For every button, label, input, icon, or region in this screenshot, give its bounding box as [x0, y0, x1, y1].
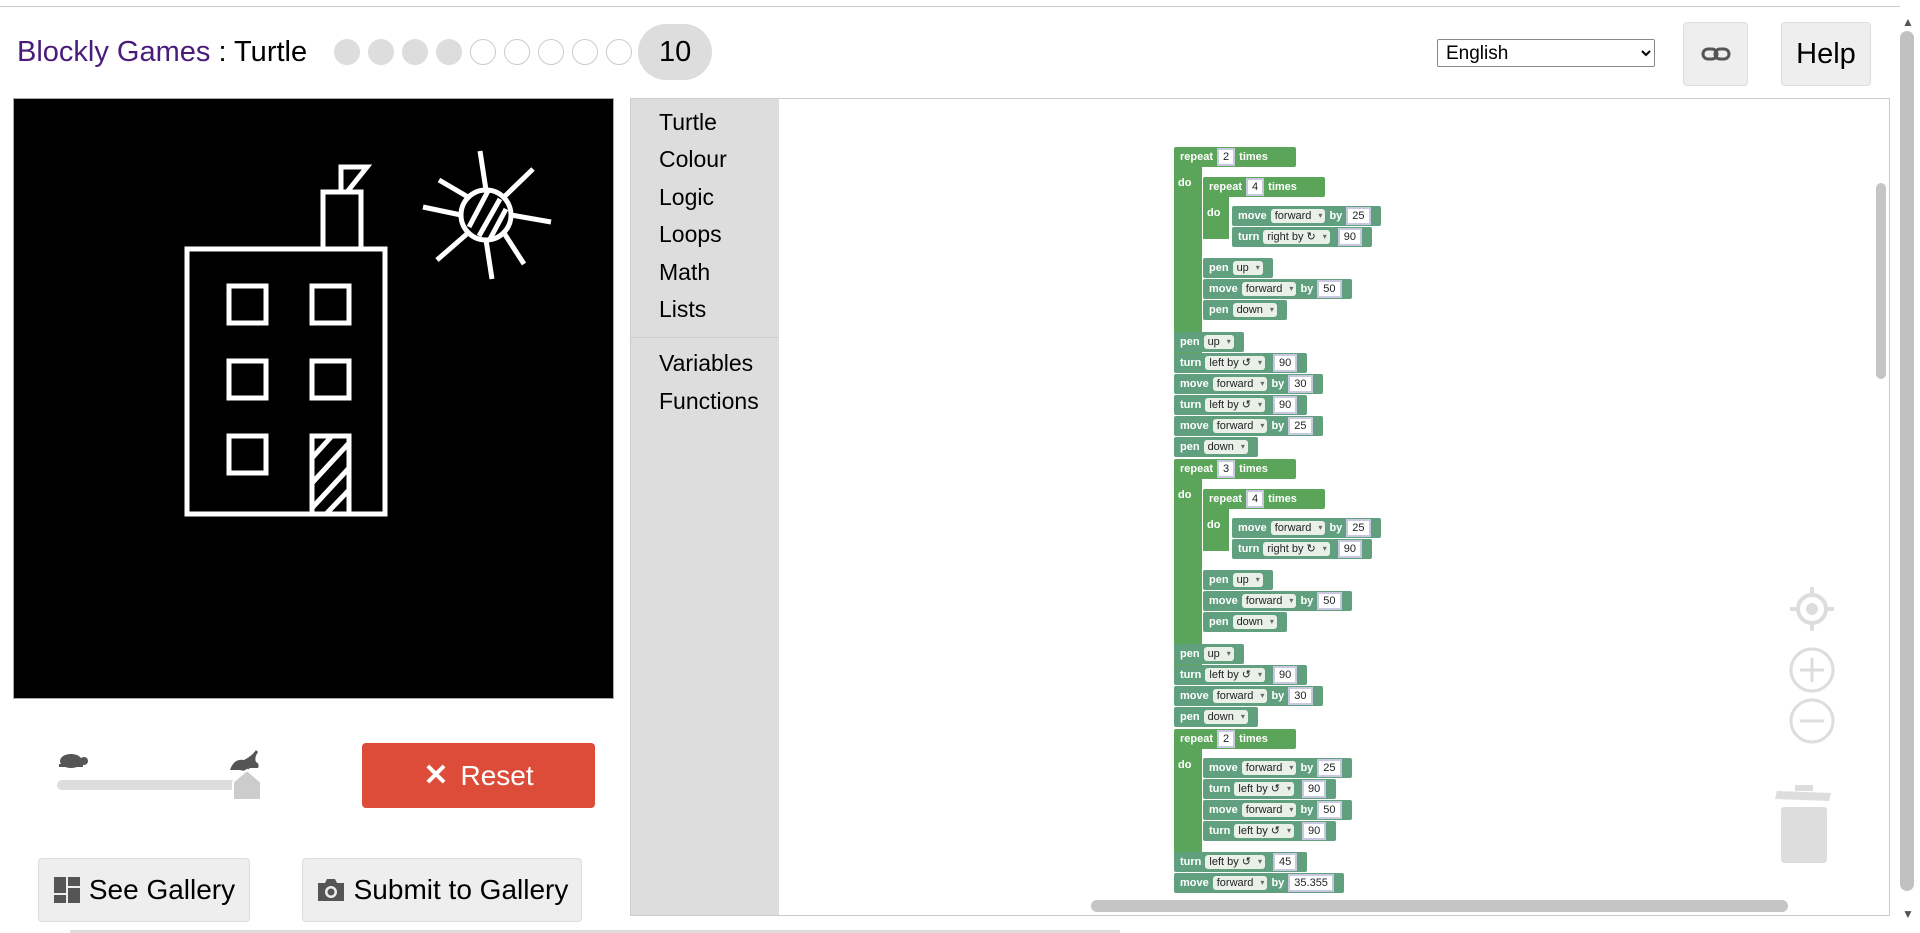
- level-dot-4[interactable]: [436, 39, 463, 65]
- pen-block[interactable]: pen down: [1174, 437, 1258, 457]
- page-scrollbar-thumb[interactable]: [1900, 31, 1914, 891]
- trash-icon[interactable]: [1771, 779, 1837, 865]
- zoom-in-icon[interactable]: [1788, 646, 1836, 694]
- pen-block[interactable]: pen up: [1203, 258, 1273, 278]
- reset-button[interactable]: ✕ Reset: [362, 743, 595, 808]
- pen-block[interactable]: pen up: [1174, 332, 1244, 352]
- game-name: Turtle: [234, 35, 308, 68]
- turtle-slow-icon: [59, 754, 88, 768]
- do-label: do: [1174, 755, 1202, 775]
- app-name-link[interactable]: Blockly Games: [17, 36, 210, 68]
- pen-block[interactable]: pen up: [1203, 570, 1273, 590]
- speed-slider-track[interactable]: [57, 780, 259, 790]
- turtle-drawing: [184, 150, 552, 517]
- repeat-block[interactable]: repeat 2 times: [1174, 147, 1296, 167]
- level-dot-current[interactable]: 10: [638, 24, 713, 80]
- see-gallery-button[interactable]: See Gallery: [38, 858, 250, 922]
- zoom-out-icon[interactable]: [1788, 697, 1836, 745]
- repeat-block[interactable]: repeat 2 times: [1174, 729, 1296, 749]
- toolbox: Turtle Colour Logic Loops Math Lists Var…: [631, 99, 779, 915]
- top-border: [0, 6, 1900, 7]
- do-label: do: [1174, 173, 1202, 193]
- speed-slider-handle[interactable]: [231, 768, 263, 802]
- language-select[interactable]: English: [1437, 39, 1655, 67]
- turn-block[interactable]: turnleft by ↺90: [1174, 665, 1308, 685]
- turn-block[interactable]: turnright by ↻90: [1232, 539, 1372, 559]
- level-dot-9[interactable]: [606, 39, 633, 65]
- workspace-horizontal-scrollbar[interactable]: [1091, 900, 1788, 912]
- level-dot-3[interactable]: [402, 39, 429, 65]
- repeat-block[interactable]: repeat 4 times: [1203, 489, 1325, 509]
- turn-block[interactable]: turnleft by ↺90: [1203, 821, 1337, 841]
- loop-body: [1174, 733, 1202, 863]
- recenter-icon[interactable]: [1788, 585, 1836, 633]
- repeat-block[interactable]: repeat 4 times: [1203, 177, 1325, 197]
- do-label: do: [1203, 515, 1229, 535]
- move-block[interactable]: moveforwardby25: [1232, 518, 1381, 538]
- level-dot-5[interactable]: [470, 39, 497, 65]
- camera-icon: [317, 879, 344, 901]
- submit-gallery-label: Submit to Gallery: [353, 874, 569, 905]
- toolbox-turtle[interactable]: Turtle: [659, 109, 717, 136]
- toolbox-functions[interactable]: Functions: [659, 388, 759, 415]
- close-icon: ✕: [423, 759, 449, 792]
- submit-gallery-button[interactable]: Submit to Gallery: [302, 858, 582, 922]
- turn-block[interactable]: turnleft by ↺90: [1203, 779, 1337, 799]
- move-block[interactable]: moveforwardby30: [1174, 374, 1323, 394]
- do-label: do: [1203, 203, 1229, 223]
- turn-block[interactable]: turnleft by ↺90: [1174, 395, 1308, 415]
- pen-block[interactable]: pen up: [1174, 644, 1244, 664]
- pen-block[interactable]: pen down: [1174, 707, 1258, 727]
- level-dot-2[interactable]: [368, 39, 395, 65]
- blockly-workspace[interactable]: Turtle Colour Logic Loops Math Lists Var…: [630, 98, 1890, 916]
- move-block[interactable]: moveforwardby30: [1174, 686, 1323, 706]
- level-dot-6[interactable]: [504, 39, 531, 65]
- page-scrollbar[interactable]: ▲ ▼: [1897, 15, 1917, 933]
- repeat-block[interactable]: repeat 3 times: [1174, 459, 1296, 479]
- scroll-down-arrow-icon[interactable]: ▼: [1902, 907, 1914, 921]
- move-block[interactable]: moveforwardby50: [1203, 279, 1352, 299]
- turn-block[interactable]: turnleft by ↺90: [1174, 353, 1308, 373]
- level-dot-8[interactable]: [572, 39, 599, 65]
- scroll-up-arrow-icon[interactable]: ▲: [1902, 15, 1914, 29]
- toolbox-loops[interactable]: Loops: [659, 221, 722, 248]
- turtle-canvas: [13, 98, 614, 699]
- page-title: Blockly Games : Turtle: [17, 36, 307, 69]
- toolbox-math[interactable]: Math: [659, 259, 710, 286]
- turn-block[interactable]: turnleft by ↺45: [1174, 852, 1308, 872]
- move-block[interactable]: moveforwardby25: [1232, 206, 1381, 226]
- level-dots: 10: [334, 24, 720, 80]
- workspace-vertical-scrollbar[interactable]: [1876, 183, 1886, 379]
- help-button[interactable]: Help: [1781, 22, 1871, 86]
- toolbox-lists[interactable]: Lists: [659, 296, 706, 323]
- see-gallery-label: See Gallery: [88, 874, 236, 905]
- move-block[interactable]: moveforwardby25: [1174, 416, 1323, 436]
- reset-label: Reset: [460, 759, 534, 791]
- gallery-icon: [53, 877, 80, 903]
- level-dot-1[interactable]: [334, 39, 361, 65]
- toolbox-colour[interactable]: Colour: [659, 146, 727, 173]
- toolbox-variables[interactable]: Variables: [659, 350, 753, 377]
- turn-block[interactable]: turnright by ↻90: [1232, 227, 1372, 247]
- do-label: do: [1174, 485, 1202, 505]
- level-dot-7[interactable]: [538, 39, 565, 65]
- move-block[interactable]: moveforwardby35.355: [1174, 873, 1344, 893]
- move-block[interactable]: moveforwardby25: [1203, 758, 1352, 778]
- link-icon: [1701, 47, 1730, 61]
- move-block[interactable]: moveforwardby50: [1203, 800, 1352, 820]
- title-separator: :: [210, 35, 235, 68]
- header: Blockly Games : Turtle 10: [17, 22, 720, 82]
- pen-block[interactable]: pen down: [1203, 300, 1287, 320]
- pen-block[interactable]: pen down: [1203, 612, 1287, 632]
- toolbox-logic[interactable]: Logic: [659, 184, 714, 211]
- move-block[interactable]: moveforwardby50: [1203, 591, 1352, 611]
- toolbox-separator: [631, 337, 779, 338]
- link-button[interactable]: [1683, 22, 1748, 86]
